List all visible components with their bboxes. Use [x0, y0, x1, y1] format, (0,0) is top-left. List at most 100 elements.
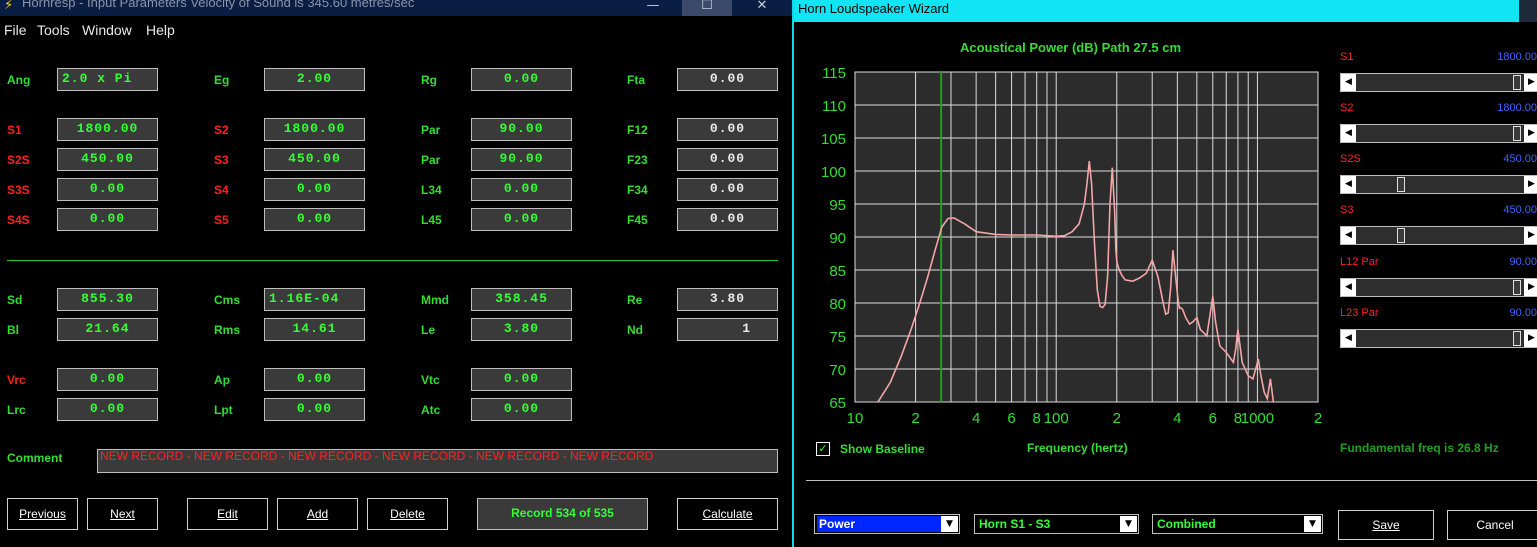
slider-track[interactable]: ◀ ▶ [1340, 226, 1537, 245]
slider-left-arrow-icon[interactable]: ◀ [1341, 279, 1356, 296]
chevron-down-icon[interactable]: ▼ [1120, 516, 1137, 532]
param-field-par[interactable]: 90.00 [471, 118, 572, 141]
slider-thumb[interactable] [1513, 75, 1522, 90]
edit-button[interactable]: Edit [187, 498, 268, 530]
param-field-sd[interactable]: 855.30 [57, 288, 158, 311]
param-field-par[interactable]: 90.00 [471, 148, 572, 171]
left-window-title: Hornresp - Input Parameters Velocity of … [22, 0, 415, 10]
menu-window[interactable]: Window [82, 22, 132, 38]
param-label-s2s: S2S [7, 153, 30, 167]
param-field-l34[interactable]: 0.00 [471, 178, 572, 201]
save-button[interactable]: Save [1338, 510, 1434, 540]
save-button-label: Save [1372, 518, 1400, 532]
slider-thumb[interactable] [1513, 280, 1522, 295]
slider-track[interactable]: ◀ ▶ [1340, 278, 1537, 297]
param-field-lpt[interactable]: 0.00 [264, 398, 365, 421]
param-field-s5[interactable]: 0.00 [264, 208, 365, 231]
slider-thumb[interactable] [1513, 126, 1522, 141]
slider-left-arrow-icon[interactable]: ◀ [1341, 330, 1356, 347]
param-field-le[interactable]: 3.80 [471, 318, 572, 341]
slider-left-arrow-icon[interactable]: ◀ [1341, 227, 1356, 244]
param-field-s3s[interactable]: 0.00 [57, 178, 158, 201]
chevron-down-icon[interactable]: ▼ [941, 516, 958, 532]
param-field-vtc[interactable]: 0.00 [471, 368, 572, 391]
slider-right-arrow-icon[interactable]: ▶ [1524, 330, 1537, 347]
slider-right-arrow-icon[interactable]: ▶ [1524, 125, 1537, 142]
param-label-vtc: Vtc [421, 373, 440, 387]
param-field-cms[interactable]: 1.16E-04 [264, 288, 365, 311]
param-field-mmd[interactable]: 358.45 [471, 288, 572, 311]
param-field-nd[interactable]: 1 [677, 318, 778, 341]
section-divider [7, 260, 778, 261]
chevron-down-icon[interactable]: ▼ [1304, 516, 1321, 532]
slider-label: S3 [1340, 204, 1354, 216]
param-field-s3[interactable]: 450.00 [264, 148, 365, 171]
slider-track[interactable]: ◀ ▶ [1340, 124, 1537, 143]
param-field-ap[interactable]: 0.00 [264, 368, 365, 391]
calculate-button[interactable]: Calculate [677, 498, 778, 530]
param-field-s2[interactable]: 1800.00 [264, 118, 365, 141]
param-field-f34[interactable]: 0.00 [677, 178, 778, 201]
param-label-re: Re [627, 293, 643, 307]
cancel-button[interactable]: Cancel [1447, 510, 1537, 540]
param-field-s4[interactable]: 0.00 [264, 178, 365, 201]
param-field-f23[interactable]: 0.00 [677, 148, 778, 171]
slider-thumb[interactable] [1396, 177, 1405, 192]
param-field-s2s[interactable]: 450.00 [57, 148, 158, 171]
next-button[interactable]: Next [87, 498, 158, 530]
slider-right-arrow-icon[interactable]: ▶ [1524, 74, 1537, 91]
slider-thumb[interactable] [1513, 331, 1522, 346]
slider-track[interactable]: ◀ ▶ [1340, 329, 1537, 348]
y-tick-label: 75 [829, 329, 846, 346]
param-field-ang[interactable]: 2.0 x Pi [57, 68, 158, 91]
delete-button[interactable]: Delete [367, 498, 448, 530]
slider-left-arrow-icon[interactable]: ◀ [1341, 125, 1356, 142]
param-field-fta[interactable]: 0.00 [677, 68, 778, 91]
close-button[interactable]: ✕ [737, 0, 787, 16]
param-field-l45[interactable]: 0.00 [471, 208, 572, 231]
x-tick-label: 2 [911, 410, 919, 427]
param-label-par: Par [421, 153, 441, 167]
slider-track[interactable]: ◀ ▶ [1340, 175, 1537, 194]
param-field-lrc[interactable]: 0.00 [57, 398, 158, 421]
menu-help[interactable]: Help [146, 22, 175, 38]
slider-thumb[interactable] [1396, 228, 1405, 243]
param-field-f12[interactable]: 0.00 [677, 118, 778, 141]
slider-track[interactable]: ◀ ▶ [1340, 73, 1537, 92]
comment-field[interactable]: NEW RECORD - NEW RECORD - NEW RECORD - N… [97, 449, 778, 473]
menu-tools[interactable]: Tools [37, 22, 70, 38]
path-select[interactable]: Horn S1 - S3 ▼ [974, 514, 1139, 534]
minimize-button[interactable]: — [628, 0, 678, 16]
param-field-rg[interactable]: 0.00 [471, 68, 572, 91]
title-bar-edge [1519, 0, 1537, 22]
slider-left-arrow-icon[interactable]: ◀ [1341, 74, 1356, 91]
param-field-re[interactable]: 3.80 [677, 288, 778, 311]
param-field-eg[interactable]: 2.00 [264, 68, 365, 91]
slider-value: 1800.00 [1497, 51, 1537, 63]
slider-label: S1 [1340, 51, 1354, 63]
add-button[interactable]: Add [277, 498, 358, 530]
slider-right-arrow-icon[interactable]: ▶ [1524, 227, 1537, 244]
param-label-f23: F23 [627, 153, 648, 167]
mode-select[interactable]: Combined ▼ [1152, 514, 1323, 534]
param-field-vrc[interactable]: 0.00 [57, 368, 158, 391]
previous-button[interactable]: Previous [7, 498, 78, 530]
param-field-rms[interactable]: 14.61 [264, 318, 365, 341]
checkbox-check-icon[interactable]: ✓ [816, 442, 830, 456]
menu-file[interactable]: File [4, 22, 27, 38]
param-field-s1[interactable]: 1800.00 [57, 118, 158, 141]
slider-left-arrow-icon[interactable]: ◀ [1341, 176, 1356, 193]
x-tick-label: 2 [1314, 410, 1322, 427]
param-label-cms: Cms [214, 293, 241, 307]
param-field-atc[interactable]: 0.00 [471, 398, 572, 421]
display-select[interactable]: Power ▼ [814, 514, 960, 534]
param-field-f45[interactable]: 0.00 [677, 208, 778, 231]
param-label-s4: S4 [214, 183, 229, 197]
x-tick-label: 2 [1113, 410, 1121, 427]
slider-right-arrow-icon[interactable]: ▶ [1524, 176, 1537, 193]
param-field-s4s[interactable]: 0.00 [57, 208, 158, 231]
param-field-bl[interactable]: 21.64 [57, 318, 158, 341]
slider-right-arrow-icon[interactable]: ▶ [1524, 279, 1537, 296]
previous-button-label: Previous [19, 507, 66, 521]
maximize-button[interactable]: ☐ [682, 0, 732, 16]
